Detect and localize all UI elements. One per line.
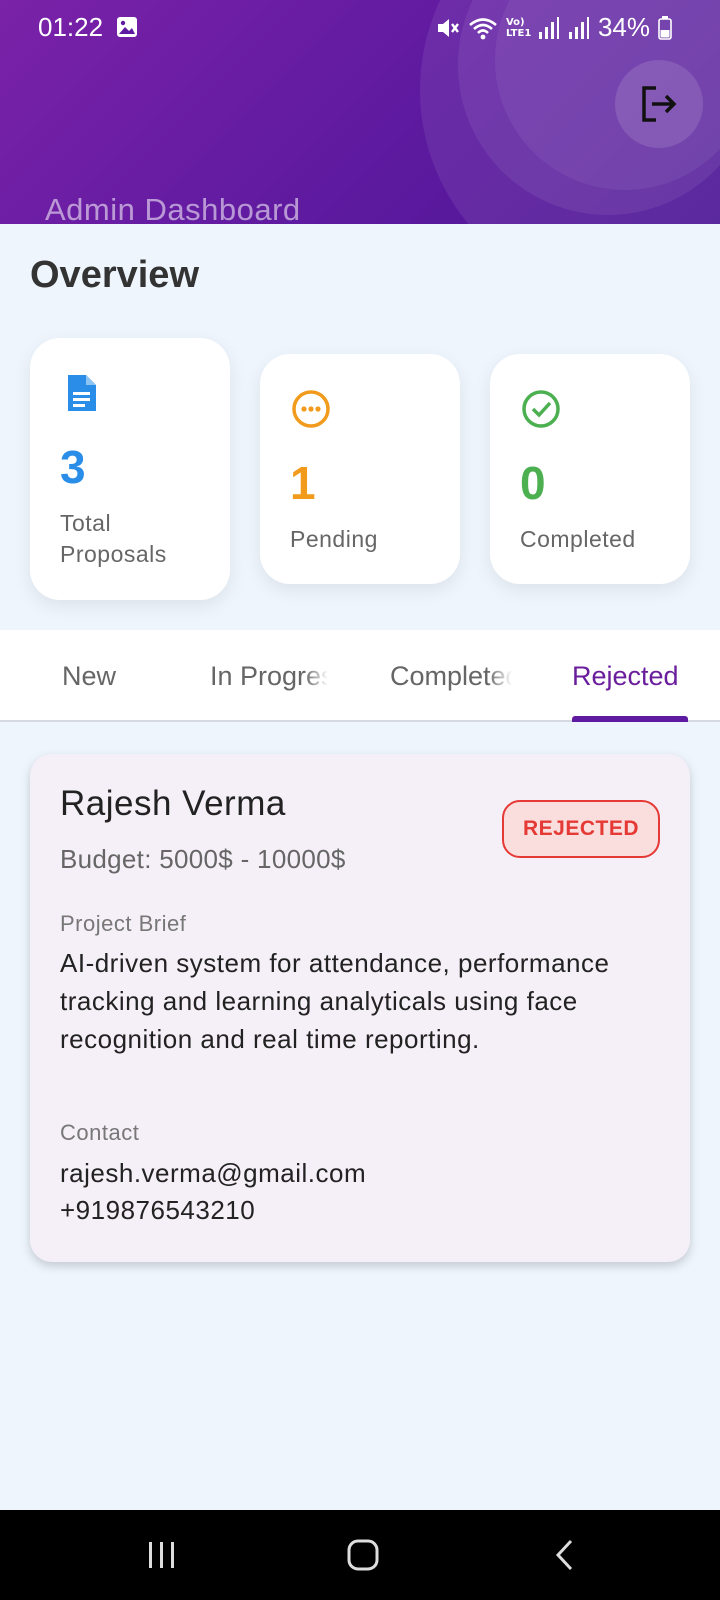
check-circle-icon bbox=[522, 390, 560, 428]
app-header: 01:22 Vo) LTE1 34% Admin Dashboard bbox=[0, 0, 720, 224]
proposal-card[interactable]: Rajesh Verma Budget: 5000$ - 10000$ REJE… bbox=[30, 754, 690, 1262]
status-tab-bar: New In Progress Completed Rejected bbox=[0, 630, 720, 722]
overview-heading: Overview bbox=[30, 254, 199, 296]
stat-card-total-proposals[interactable]: 3 Total Proposals bbox=[30, 338, 230, 600]
project-brief-text: AI-driven system for attendance, perform… bbox=[60, 948, 610, 1054]
contact-email[interactable]: rajesh.verma@gmail.com bbox=[60, 1158, 366, 1189]
tab-in-progress[interactable]: In Progress bbox=[210, 630, 328, 722]
recent-apps-icon bbox=[149, 1542, 174, 1568]
stat-label-pending: Pending bbox=[290, 526, 378, 552]
recent-apps-button[interactable] bbox=[137, 1530, 187, 1580]
back-icon bbox=[555, 1539, 573, 1571]
status-bar: 01:22 Vo) LTE1 34% bbox=[0, 10, 720, 50]
logout-button[interactable] bbox=[615, 60, 703, 148]
stat-label-completed: Completed bbox=[520, 526, 636, 552]
document-icon bbox=[68, 375, 96, 411]
status-time: 01:22 bbox=[38, 12, 104, 42]
pending-icon bbox=[292, 390, 330, 428]
contact-label: Contact bbox=[60, 1120, 140, 1145]
stat-value-completed: 0 bbox=[520, 457, 546, 509]
tab-rejected[interactable]: Rejected bbox=[572, 630, 712, 722]
client-name: Rajesh Verma bbox=[60, 784, 286, 823]
network-type-label: Vo) LTE1 bbox=[505, 16, 532, 39]
budget-text: Budget: 5000$ - 10000$ bbox=[60, 844, 346, 874]
contact-phone[interactable]: +919876543210 bbox=[60, 1195, 255, 1226]
back-button[interactable] bbox=[540, 1530, 590, 1580]
stat-card-pending[interactable]: 1 Pending bbox=[260, 354, 460, 584]
image-notification-icon bbox=[117, 17, 137, 37]
stat-value-total-proposals: 3 bbox=[60, 441, 86, 493]
status-icons: Vo) LTE1 34% bbox=[434, 12, 672, 43]
battery-percentage: 34% bbox=[597, 12, 650, 42]
home-button[interactable] bbox=[338, 1530, 388, 1580]
system-navigation-bar bbox=[0, 1510, 720, 1600]
page-title: Admin Dashboard bbox=[45, 192, 301, 224]
wifi-icon bbox=[469, 17, 497, 39]
home-icon bbox=[347, 1539, 379, 1571]
battery-icon bbox=[658, 15, 672, 40]
stat-label-total-proposals: Total Proposals bbox=[60, 510, 167, 567]
tab-new[interactable]: New bbox=[62, 630, 172, 722]
stat-card-completed[interactable]: 0 Completed bbox=[490, 354, 690, 584]
project-brief-label: Project Brief bbox=[60, 911, 187, 936]
stat-value-pending: 1 bbox=[290, 457, 316, 509]
active-tab-indicator bbox=[572, 716, 688, 722]
signal-icon bbox=[538, 16, 559, 39]
mute-icon bbox=[437, 18, 459, 37]
signal-icon bbox=[568, 16, 589, 39]
tab-completed[interactable]: Completed bbox=[390, 630, 512, 722]
status-badge: REJECTED bbox=[502, 800, 660, 858]
logout-icon bbox=[642, 86, 677, 122]
